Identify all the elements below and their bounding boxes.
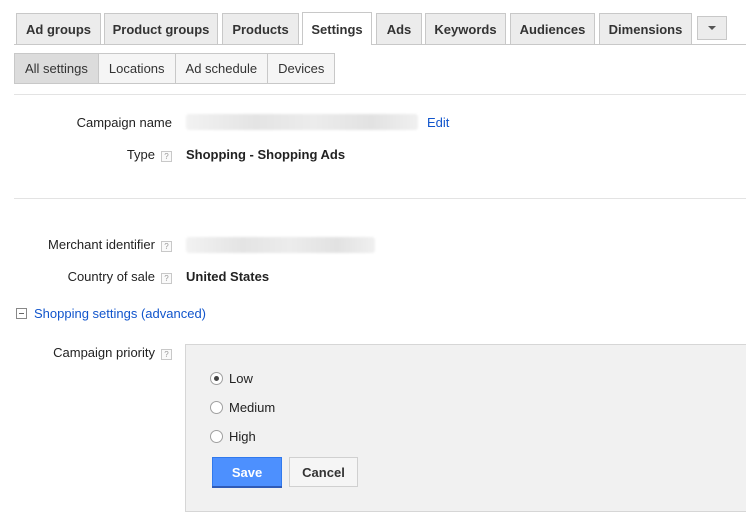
merchant-identifier-label: Merchant identifier: [48, 237, 155, 252]
save-button-shadow: [212, 486, 282, 488]
type-value: Shopping - Shopping Ads: [186, 147, 346, 162]
campaign-name-label: Campaign name: [76, 115, 172, 130]
type-label-row: Type?: [127, 147, 172, 162]
tab-settings[interactable]: Settings: [302, 12, 372, 45]
type-label: Type: [126, 147, 155, 162]
subtab-ad-schedule[interactable]: Ad schedule: [174, 53, 269, 84]
priority-option-low[interactable]: Low: [210, 371, 253, 386]
country-of-sale-label: Country of sale: [67, 269, 155, 284]
top-tab-bar: Ad groups Product groups Products Settin…: [0, 0, 746, 45]
divider: [14, 198, 746, 199]
tab-ad-groups[interactable]: Ad groups: [16, 13, 101, 44]
settings-sub-tabs: All settings Locations Ad schedule Devic…: [14, 53, 336, 84]
radio-button[interactable]: [210, 430, 223, 443]
help-icon[interactable]: ?: [161, 349, 172, 360]
shopping-settings-toggle-link[interactable]: Shopping settings (advanced): [34, 306, 206, 321]
cancel-button[interactable]: Cancel: [289, 457, 358, 487]
priority-option-medium[interactable]: Medium: [210, 400, 275, 415]
subtab-all-settings[interactable]: All settings: [14, 53, 99, 84]
tab-product-groups[interactable]: Product groups: [104, 13, 218, 44]
more-tabs-dropdown[interactable]: [697, 16, 727, 40]
tab-ads[interactable]: Ads: [376, 13, 422, 44]
campaign-name-value-redacted: [186, 114, 418, 130]
priority-option-high[interactable]: High: [210, 429, 256, 444]
priority-option-label: Medium: [229, 400, 276, 415]
subtab-locations[interactable]: Locations: [97, 53, 176, 84]
caret-down-icon: [708, 26, 716, 30]
help-icon[interactable]: ?: [161, 273, 172, 284]
tab-dimensions[interactable]: Dimensions: [599, 13, 692, 44]
tab-products[interactable]: Products: [222, 13, 299, 44]
campaign-priority-panel: Low Medium High Save Cancel: [185, 344, 746, 512]
collapse-icon[interactable]: [16, 308, 27, 319]
priority-option-label: High: [229, 429, 256, 444]
priority-label-row: Campaign priority?: [53, 345, 172, 360]
subtab-devices[interactable]: Devices: [267, 53, 336, 84]
merchant-label-row: Merchant identifier?: [48, 237, 172, 252]
country-label-row: Country of sale?: [68, 269, 172, 284]
edit-campaign-name-link[interactable]: Edit: [427, 115, 449, 130]
merchant-identifier-value-redacted: [186, 237, 375, 253]
tab-audiences[interactable]: Audiences: [510, 13, 595, 44]
tab-baseline: [14, 44, 746, 45]
tab-keywords[interactable]: Keywords: [425, 13, 506, 44]
priority-option-label: Low: [229, 371, 253, 386]
save-button[interactable]: Save: [212, 457, 282, 487]
divider: [14, 94, 746, 95]
help-icon[interactable]: ?: [161, 241, 172, 252]
help-icon[interactable]: ?: [161, 151, 172, 162]
radio-button-checked[interactable]: [210, 372, 223, 385]
radio-button[interactable]: [210, 401, 223, 414]
campaign-priority-label: Campaign priority: [53, 345, 155, 360]
country-of-sale-value: United States: [186, 269, 270, 284]
